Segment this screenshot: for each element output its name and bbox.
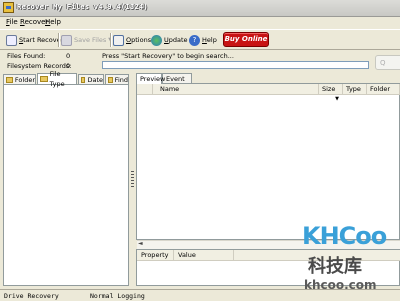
column-type[interactable]: Type <box>343 84 367 94</box>
save-files-icon <box>61 34 72 46</box>
progress-bar <box>102 61 369 69</box>
status-logging: Normal Logging <box>90 292 145 300</box>
files-found-value: 0 <box>66 52 71 60</box>
start-recovery-icon <box>6 34 17 46</box>
window-title: Recover My Files v4.9.4(1324) <box>17 3 148 11</box>
tab-folder[interactable]: Folder <box>3 74 36 84</box>
menu-file[interactable]: File <box>6 18 18 26</box>
menu-help[interactable]: Help <box>45 18 61 26</box>
file-list[interactable] <box>136 83 400 240</box>
toolbar-separator <box>110 33 111 47</box>
app-icon <box>3 2 14 13</box>
menu-bar: File Recover Help <box>0 17 400 28</box>
files-found-label: Files Found: <box>7 52 46 60</box>
update-button[interactable]: Update <box>151 33 188 47</box>
options-icon <box>113 34 124 46</box>
status-mode: Drive Recovery <box>4 292 59 300</box>
watermark-url: khcoo.com <box>304 278 377 292</box>
column-property[interactable]: Property <box>137 250 174 260</box>
scan-button[interactable]: Q <box>375 55 400 70</box>
status-message: Press "Start Recovery" to begin search..… <box>102 52 234 60</box>
file-list-header: Name Size ▼ Type Folder <box>137 84 400 102</box>
options-button[interactable]: Options <box>113 33 151 47</box>
buy-online-button[interactable]: Buy Online <box>223 32 269 47</box>
tab-find[interactable]: Find <box>105 74 129 84</box>
toolbar-separator <box>58 33 59 47</box>
watermark-logo: KHCoo <box>302 222 387 250</box>
globe-icon <box>151 34 162 46</box>
tab-file-type[interactable]: File Type <box>37 70 77 88</box>
splitter-grip[interactable] <box>131 171 134 189</box>
sort-desc-icon: ▼ <box>335 96 339 102</box>
column-name[interactable]: Name <box>153 84 319 94</box>
help-icon: ? <box>189 34 200 46</box>
column-spacer <box>137 84 153 94</box>
watermark-chinese-text: 科技库 <box>308 256 362 277</box>
toolbar: Start Recovery Save Files ▼ Options Upda… <box>0 29 400 50</box>
scroll-left-arrow-icon[interactable]: ◄ <box>138 241 143 247</box>
watermark: KHCoo 科技库 khcoo.com <box>294 222 400 300</box>
file-type-tree[interactable] <box>3 84 129 286</box>
calendar-icon <box>81 76 86 83</box>
tab-date[interactable]: Date <box>78 74 104 84</box>
file-type-icon <box>40 76 48 82</box>
help-button[interactable]: ? Help <box>189 33 217 47</box>
column-value[interactable]: Value <box>174 250 234 260</box>
column-size[interactable]: Size ▼ <box>319 84 343 102</box>
tab-preview[interactable]: Preview <box>136 73 165 84</box>
folder-icon <box>6 76 13 83</box>
save-files-button[interactable]: Save Files ▼ <box>61 33 112 47</box>
title-bar: Recover My Files v4.9.4(1324) <box>0 0 400 17</box>
column-folder[interactable]: Folder <box>367 84 400 94</box>
tab-event-log[interactable]: Event Log <box>162 73 192 93</box>
find-icon <box>108 76 113 83</box>
